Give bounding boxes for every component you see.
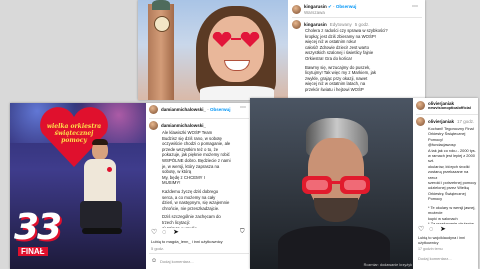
post-damianmichalowski: wielka orkiestra świątecznej pomocy 33 F… [10, 103, 250, 269]
post-header: damianmichalowski_ · Obserwuj [149, 105, 241, 114]
man-body [84, 159, 116, 203]
likes-count[interactable]: Lubią to magda_lenn_ i inni użytkownicy [151, 239, 247, 244]
man-shoes [82, 228, 122, 234]
more-options-icon[interactable]: ⋯ [412, 4, 418, 11]
comment-input[interactable]: Dodaj komentarz... [418, 256, 452, 261]
date: 17 godzin temu [418, 247, 443, 251]
post-header: olivierjaniak newvisionopticalofficial [416, 101, 478, 110]
avatar[interactable] [292, 5, 301, 14]
edited-label: Edytowany [329, 22, 352, 27]
watermark: Rozmiar: dodawanie krzyżyk [363, 263, 412, 267]
location[interactable]: Warszawa [304, 10, 356, 15]
heart-glasses [210, 31, 262, 48]
caption-line: w ramach jest lepiej z 2000 szt. [428, 153, 475, 164]
username[interactable]: kingarusin [304, 4, 327, 9]
time: 5 godz. [151, 246, 165, 251]
caption-header: olivierjaniak 17 godz. [416, 117, 474, 126]
share-icon[interactable]: ➤ [173, 229, 179, 236]
divider [292, 17, 422, 18]
caption-line: zostaną przekazane na rzecz [428, 169, 469, 180]
avatar[interactable] [149, 105, 158, 114]
like-icon[interactable]: ♡ [418, 226, 424, 233]
follow-button[interactable]: Obserwuj [336, 4, 357, 9]
post-photo[interactable] [138, 0, 288, 100]
likes-count[interactable]: Lubią to wojciklaudyna i inni użytkownic… [418, 236, 478, 245]
avatar[interactable] [416, 101, 425, 110]
woman-face [208, 16, 264, 82]
man-legs [80, 201, 122, 229]
caption-line: Orkiestrę Świątecznej Pomocy [428, 190, 466, 202]
post-olivierjaniak: olivierjaniak newvisionopticalofficial o… [250, 98, 478, 269]
red-heart-sticker [107, 167, 112, 172]
caption-avatar[interactable] [149, 121, 158, 130]
banner-line-1: wielka orkiestra [46, 123, 102, 130]
caption-text: Kochani! Tegoroczny Finał Orkiestry Świąt… [428, 126, 478, 224]
banner-line-2: świątecznej [54, 130, 94, 137]
like-icon[interactable]: ♡ [151, 229, 157, 236]
caption-line: * Te okulary w wersji jasnej, możecie [428, 204, 476, 216]
post-time: 17 godz. [457, 119, 475, 124]
caption-username[interactable]: damianmichalowski_ [161, 123, 206, 128]
divider [149, 253, 249, 254]
big-number: 33 [14, 207, 62, 248]
share-icon[interactable]: ➤ [440, 226, 446, 233]
tagged-account[interactable]: newvisionopticalofficial [428, 106, 478, 110]
caption-text: Ale klawiszki WOŚP Team Budzisz się dziś … [162, 130, 248, 228]
caption-line: Orkiestry Świątecznej Pomocy! [428, 131, 466, 142]
tower-roof [152, 0, 170, 10]
caption-header: damianmichalowski_ [149, 121, 206, 130]
red-glasses [300, 174, 372, 196]
caption-username[interactable]: olivierjaniak [428, 119, 454, 124]
caption-line: * Za przekazanie okularów [428, 220, 474, 224]
caption-avatar[interactable] [416, 117, 425, 126]
post-photo[interactable] [250, 98, 413, 269]
verified-icon: ✔ [328, 4, 332, 9]
clock-face [154, 16, 170, 32]
comment-icon[interactable]: ◌ [162, 229, 166, 236]
post-time: 5 godz. [354, 22, 370, 27]
caption-text: Cholera z radości czy sprawa w szybkości… [305, 28, 423, 100]
comment-input[interactable]: Dodaj komentarz... [160, 259, 194, 264]
caption-avatar[interactable] [292, 20, 301, 29]
save-icon[interactable]: ⛉ [240, 229, 245, 236]
divider [416, 114, 478, 115]
man-beard [314, 198, 358, 222]
post-kingarusin: kingarusin ✔ · Obserwuj Warszawa ⋯ kinga… [138, 0, 425, 100]
comment-icon[interactable]: ◌ [429, 226, 433, 233]
caption-line: przekór światu i hejtowi WOŚP [305, 86, 364, 92]
username[interactable]: damianmichalowski_ [161, 107, 206, 112]
post-photo[interactable]: wielka orkiestra świątecznej pomocy 33 F… [10, 103, 146, 269]
caption-line: 1) Wizyta w studio [162, 225, 197, 229]
caption-username[interactable]: kingarusin [304, 22, 327, 27]
emoji-icon[interactable]: ☺ [151, 258, 157, 265]
follow-button[interactable]: Obserwuj [210, 107, 231, 112]
divider [149, 118, 249, 119]
final-label: FINAŁ [18, 247, 48, 256]
more-options-icon[interactable]: ⋯ [240, 105, 246, 112]
man-hair [92, 139, 108, 145]
post-header: kingarusin ✔ · Obserwuj Warszawa [292, 4, 356, 15]
